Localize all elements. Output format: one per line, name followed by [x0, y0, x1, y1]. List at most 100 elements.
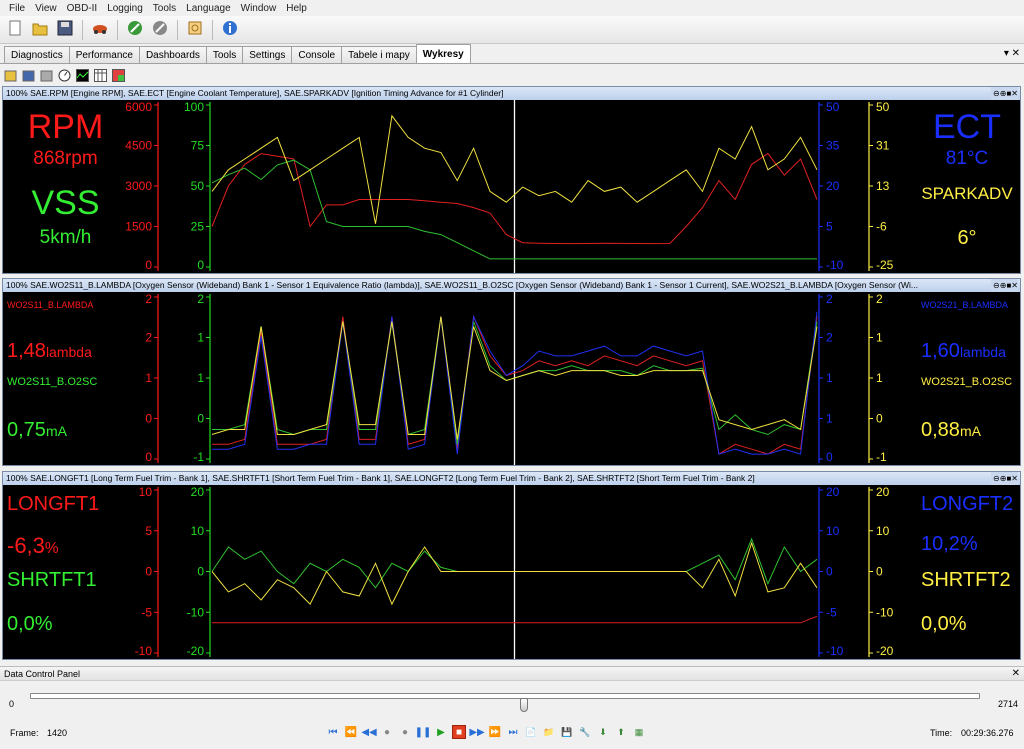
open-log-icon: 📁 [543, 726, 555, 737]
info-icon [222, 20, 238, 39]
timeline-slider[interactable] [30, 693, 980, 699]
tab-wykresy[interactable]: Wykresy [415, 44, 471, 63]
panel-window-controls[interactable]: ⊖⊕■✕ [991, 279, 1018, 292]
readout-value: 0,75 [7, 419, 46, 442]
readout-value: LONGFT1 [7, 493, 100, 515]
fast-forward-button[interactable]: ⏩ [488, 725, 502, 739]
open-log-button[interactable]: 📁 [542, 725, 556, 739]
step-forward-button[interactable]: ▶▶ [469, 725, 484, 739]
rewind-fast-button[interactable]: ⏪ [344, 725, 358, 739]
axis-tick-label: 0 [826, 565, 833, 579]
menu-item-logging[interactable]: Logging [102, 3, 148, 14]
readout-right-1: 1,60lambda [921, 340, 1024, 363]
play-button[interactable]: ▶ [434, 725, 448, 739]
axis-tick-label: 2 [145, 331, 152, 345]
tool-4-button[interactable]: ▦ [632, 725, 646, 739]
chart-svg[interactable]: 10 5 0 -5 -10 20 10 0 -10 -20 20 10 0 -5 -10 20 10 0 -10 -2… [3, 485, 1020, 659]
readout-left-2: WO2S11_B.O2SC [7, 376, 97, 388]
record-button[interactable]: ● [380, 725, 394, 739]
tab-tabele-i-mapy[interactable]: Tabele i mapy [341, 46, 417, 63]
chart-svg[interactable]: 6000 4500 3000 1500 0 100 75 50 25 0 50 35 20 5 -10 50 3… [3, 100, 1020, 273]
new-file-button[interactable] [4, 19, 26, 41]
data-control-panel-title: Data Control Panel ✕ [0, 667, 1024, 681]
tab-controls[interactable]: ▾ ✕ [1004, 48, 1020, 59]
axis-tick-label: 20 [876, 485, 890, 499]
rewind-button[interactable]: ◀◀ [361, 725, 376, 739]
axis-tick-label: 31 [876, 139, 890, 153]
tool-2-button[interactable]: ⬇ [596, 725, 610, 739]
chart-svg[interactable]: 2 2 1 0 0 2 1 1 0 -1 2 2 1 1 0 2 1 1 0 -1 [3, 292, 1020, 465]
chart-icon[interactable] [75, 68, 89, 82]
open-icon[interactable] [3, 68, 17, 82]
axis-tick-label: 20 [826, 179, 840, 193]
readout-value: 5km/h [39, 227, 92, 249]
rewind-fast-icon: ⏪ [344, 726, 358, 738]
axis-tick-label: 0 [876, 565, 883, 579]
axis-tick-label: 2 [826, 331, 833, 345]
readout-value: WO2S11_B.LAMBDA [7, 299, 94, 310]
last-frame-icon: ⏭ [508, 726, 518, 738]
axis-tick-label: 35 [826, 139, 840, 153]
first-frame-button[interactable]: ⏮ [326, 725, 340, 739]
disconnect-button[interactable] [149, 19, 171, 41]
readout-left-0: WO2S11_B.LAMBDA [7, 300, 93, 310]
readout-value: 10,2% [921, 533, 978, 555]
tab-diagnostics[interactable]: Diagnostics [4, 46, 70, 63]
axis-tick-label: 20 [191, 485, 205, 499]
axis-tick-label: -10 [826, 644, 844, 658]
axis-tick-label: -1 [876, 450, 887, 464]
axis-tick-label: 75 [191, 139, 205, 153]
panel-window-controls[interactable]: ⊖⊕■✕ [991, 472, 1018, 485]
menu-item-language[interactable]: Language [181, 3, 236, 14]
axis-tick-label: 3000 [125, 179, 152, 193]
tab-settings[interactable]: Settings [242, 46, 293, 63]
tab-performance[interactable]: Performance [68, 46, 140, 63]
tab-tools[interactable]: Tools [205, 46, 244, 63]
tab-bar: Diagnostics Performance Dashboards Tools Set… [0, 44, 1024, 64]
frame-value: 1420 [47, 728, 68, 738]
tool-1-button[interactable]: 🔧 [578, 725, 592, 739]
stop-record-button[interactable]: ● [398, 725, 412, 739]
axis-tick-label: -25 [876, 258, 894, 272]
chart-toolbar [0, 65, 1024, 85]
close-icon[interactable]: ✕ [1012, 667, 1020, 681]
fast-forward-icon: ⏩ [488, 726, 502, 738]
copy-icon[interactable] [39, 68, 53, 82]
tab-console[interactable]: Console [291, 46, 343, 63]
menu-item-window[interactable]: Window [236, 3, 282, 14]
info-button[interactable] [219, 19, 241, 41]
car-button[interactable] [89, 19, 111, 41]
grid-icon[interactable] [111, 68, 125, 82]
pause-button[interactable]: ❚❚ [415, 725, 432, 739]
axis-tick-label: 1 [145, 371, 152, 385]
menu-item-view[interactable]: View [30, 3, 62, 14]
readout-left-0: RPM [3, 108, 128, 147]
save-button[interactable] [54, 19, 76, 41]
last-frame-button[interactable]: ⏭ [506, 725, 520, 739]
menu-item-obdii[interactable]: OBD-II [62, 3, 103, 14]
readout-value: 0,88 [921, 419, 960, 442]
menu-item-file[interactable]: File [4, 3, 30, 14]
open-folder-button[interactable] [29, 19, 51, 41]
panel-window-controls[interactable]: ⊖⊕■✕ [991, 87, 1018, 100]
gauge-icon[interactable] [57, 68, 71, 82]
table-icon[interactable] [93, 68, 107, 82]
axis-tick-label: 10 [876, 524, 890, 538]
tab-dashboards[interactable]: Dashboards [138, 46, 207, 63]
menu-item-tools[interactable]: Tools [148, 3, 181, 14]
save-icon[interactable] [21, 68, 35, 82]
readout-unit: lambda [45, 343, 92, 360]
menu-item-help[interactable]: Help [281, 3, 312, 14]
new-log-button[interactable]: 📄 [524, 725, 538, 739]
stop-button[interactable]: ■ [452, 725, 466, 739]
tool-3-icon: ⬆ [617, 726, 625, 737]
slider-max: 2714 [998, 699, 1019, 709]
readout-value: 1,60 [921, 339, 960, 362]
settings-box-icon [187, 20, 203, 39]
connect-button[interactable] [124, 19, 146, 41]
tool-3-button[interactable]: ⬆ [614, 725, 628, 739]
axis-tick-label: 1500 [125, 220, 152, 234]
timeline-slider-thumb[interactable] [520, 698, 528, 712]
settings-box-button[interactable] [184, 19, 206, 41]
save-log-button[interactable]: 💾 [560, 725, 574, 739]
